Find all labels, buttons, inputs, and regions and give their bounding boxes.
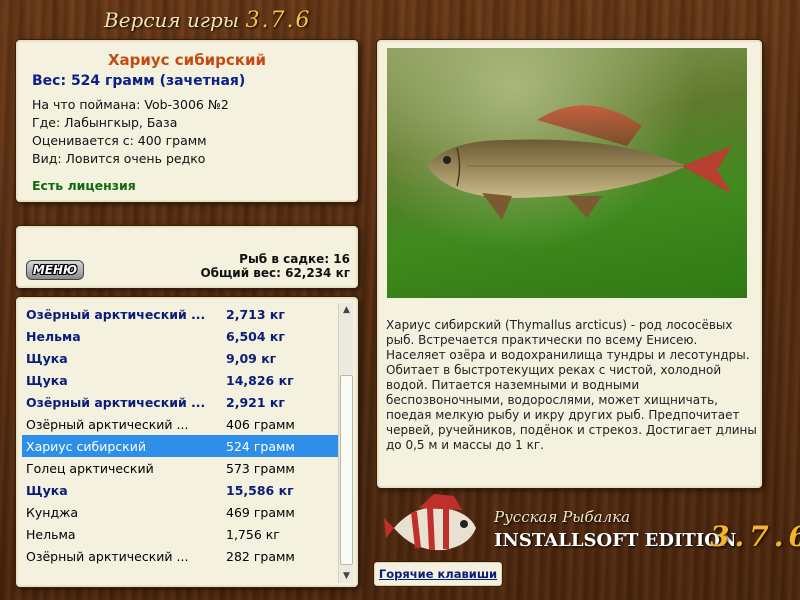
fish-weight: Вес: 524 грамм (зачетная)	[32, 73, 246, 89]
catch-row[interactable]: Хариус сибирский 524 грамм	[22, 435, 340, 457]
catch-fish-name: Щука	[26, 372, 68, 388]
catch-fish-name: Озёрный арктический ...	[26, 306, 206, 322]
game-version-title: Версия игры 3.7.6	[104, 8, 309, 38]
menu-button[interactable]: МЕНЮ	[26, 260, 84, 280]
scroll-down-arrow-icon[interactable]: ▼	[339, 569, 354, 583]
catch-fish-name: Нельма	[26, 526, 76, 542]
catch-fish-name: Кунджа	[26, 504, 79, 520]
catch-row[interactable]: Кунджа 469 грамм	[22, 501, 340, 523]
fish-name: Хариус сибирский	[107, 51, 267, 69]
catch-fish-name: Озёрный арктический ...	[26, 416, 189, 432]
fish-description: Хариус сибирский (Thymallus arcticus) - …	[386, 318, 757, 452]
catch-row[interactable]: Голец арктический 573 грамм	[22, 457, 340, 479]
catch-fish-name: Нельма	[26, 328, 81, 344]
catch-list-panel: Озёрный арктический ... 2,713 кг Нельма 6,5…	[16, 297, 358, 587]
fish-count: Рыб в садке: 16	[239, 252, 350, 266]
catch-fish-weight: 282 грамм	[226, 548, 295, 564]
catch-row[interactable]: Щука 9,09 кг	[22, 347, 340, 369]
catch-fish-name: Щука	[26, 482, 68, 498]
catch-row[interactable]: Озёрный арктический ... 282 грамм	[22, 545, 340, 567]
catch-fish-weight: 573 грамм	[226, 460, 295, 476]
grayling-image	[427, 105, 732, 220]
catch-row[interactable]: Озёрный арктический ... 406 грамм	[22, 413, 340, 435]
catch-row[interactable]: Щука 15,586 кг	[22, 479, 340, 501]
hotkeys-link[interactable]: Горячие клавиши	[374, 562, 502, 586]
catch-fish-name: Щука	[26, 350, 68, 366]
catch-fish-weight: 524 грамм	[226, 438, 295, 454]
fish-details: На что поймана: Vob-3006 №2 Где: Лабынгк…	[32, 96, 342, 168]
catch-row[interactable]: Озёрный арктический ... 2,713 кг	[22, 303, 340, 325]
catch-fish-weight: 2,921 кг	[226, 394, 285, 410]
fish-photo-panel: Хариус сибирский (Thymallus arcticus) - …	[377, 40, 762, 488]
keepnet-stats: Рыб в садке: 16 Общий вес: 62,234 кг	[200, 252, 350, 280]
catch-fish-name: Голец арктический	[26, 460, 154, 476]
catch-fish-weight: 15,586 кг	[226, 482, 294, 498]
list-scrollbar[interactable]: ▲ ▼	[338, 303, 353, 583]
version-number: 3.7.6	[245, 8, 312, 33]
license-status: Есть лицензия	[32, 178, 136, 193]
catch-row[interactable]: Нельма 6,504 кг	[22, 325, 340, 347]
catch-row[interactable]: Нельма 1,756 кг	[22, 523, 340, 545]
catch-fish-weight: 14,826 кг	[226, 372, 294, 388]
fish-photo	[387, 48, 747, 298]
keepnet-summary-panel: МЕНЮ Рыб в садке: 16 Общий вес: 62,234 к…	[16, 226, 358, 288]
fish-location: Где: Лабынгкыр, База	[32, 115, 178, 130]
total-weight: Общий вес: 62,234 кг	[200, 266, 350, 280]
fish-rarity: Вид: Ловится очень редко	[32, 151, 206, 166]
brand-edition: INSTALLSOFT EDITION	[494, 530, 737, 551]
catch-fish-weight: 1,756 кг	[226, 526, 280, 542]
catch-fish-weight: 2,713 кг	[226, 306, 285, 322]
catch-fish-name: Озёрный арктический ...	[26, 394, 206, 410]
catch-fish-weight: 9,09 кг	[226, 350, 277, 366]
catch-row[interactable]: Озёрный арктический ... 2,921 кг	[22, 391, 340, 413]
catch-fish-weight: 406 грамм	[226, 416, 295, 432]
catch-fish-weight: 6,504 кг	[226, 328, 285, 344]
fish-bait: На что поймана: Vob-3006 №2	[32, 97, 229, 112]
scrollbar-thumb[interactable]	[340, 375, 353, 565]
catch-list[interactable]: Озёрный арктический ... 2,713 кг Нельма 6,5…	[22, 303, 340, 585]
catch-fish-name: Озёрный арктический ...	[26, 548, 189, 564]
fish-min-weight: Оценивается с: 400 грамм	[32, 133, 207, 148]
scroll-up-arrow-icon[interactable]: ▲	[339, 303, 354, 317]
catch-fish-name: Хариус сибирский	[26, 438, 146, 454]
catch-fish-weight: 469 грамм	[226, 504, 295, 520]
brand-version: 3.7.6	[710, 520, 800, 553]
fish-info-card: Хариус сибирский Вес: 524 грамм (зачетна…	[16, 40, 358, 202]
version-title-prefix: Версия игры	[104, 8, 240, 32]
brand-area: Русская Рыбалка INSTALLSOFT EDITION 3.7.…	[384, 490, 800, 562]
catch-row[interactable]: Щука 14,826 кг	[22, 369, 340, 391]
perch-fish-logo-icon	[384, 494, 476, 551]
brand-title: Русская Рыбалка	[494, 508, 631, 526]
